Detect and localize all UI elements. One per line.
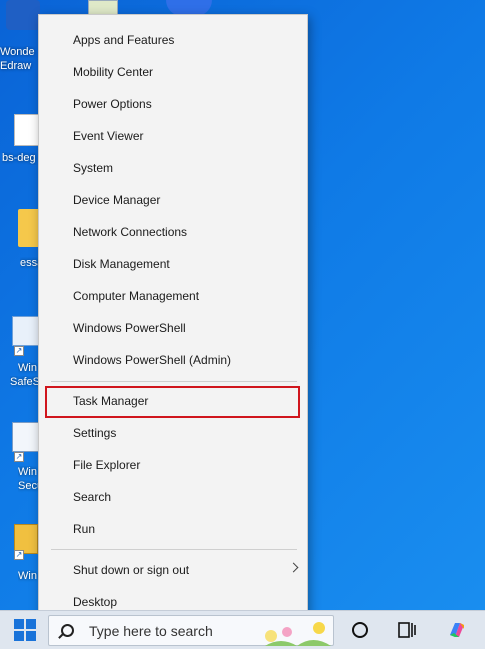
circle-icon[interactable]	[352, 622, 368, 638]
shortcut-arrow-icon: ↗	[14, 452, 24, 462]
menu-item-run[interactable]: Run	[39, 513, 307, 545]
taskbar: Type here to search	[0, 610, 485, 649]
search-placeholder: Type here to search	[89, 623, 213, 639]
menu-item-file-explorer[interactable]: File Explorer	[39, 449, 307, 481]
menu-item-windows-powershell-admin[interactable]: Windows PowerShell (Admin)	[39, 344, 307, 376]
share-network-icon	[12, 316, 40, 346]
menu-item-task-manager[interactable]: Task Manager	[39, 385, 307, 417]
menu-item-shut-down-or-sign-out[interactable]: Shut down or sign out	[39, 554, 307, 586]
server-icon	[12, 422, 40, 452]
task-view-icon[interactable]	[398, 621, 416, 639]
menu-item-settings[interactable]: Settings	[39, 417, 307, 449]
windows-logo-icon	[14, 619, 24, 629]
shortcut-arrow-icon: ↗	[14, 346, 24, 356]
shortcut-arrow-icon: ↗	[14, 550, 24, 560]
search-highlight-flowers-icon	[265, 622, 331, 646]
menu-item-system[interactable]: System	[39, 152, 307, 184]
document-thumbnail-icon	[14, 114, 40, 146]
menu-item-device-manager[interactable]: Device Manager	[39, 184, 307, 216]
menu-item-label: Shut down or sign out	[73, 563, 190, 577]
chevron-right-icon	[288, 562, 299, 573]
menu-item-disk-management[interactable]: Disk Management	[39, 248, 307, 280]
edraw-app-icon	[6, 0, 40, 30]
copilot-icon[interactable]	[446, 619, 468, 641]
menu-item-power-options[interactable]: Power Options	[39, 88, 307, 120]
menu-item-event-viewer[interactable]: Event Viewer	[39, 120, 307, 152]
menu-item-search[interactable]: Search	[39, 481, 307, 513]
menu-item-network-connections[interactable]: Network Connections	[39, 216, 307, 248]
menu-separator	[51, 549, 297, 550]
menu-item-computer-management[interactable]: Computer Management	[39, 280, 307, 312]
search-icon	[61, 624, 74, 637]
taskbar-search-box[interactable]: Type here to search	[48, 615, 334, 646]
start-button[interactable]	[14, 619, 36, 641]
menu-separator	[51, 381, 297, 382]
menu-item-mobility-center[interactable]: Mobility Center	[39, 56, 307, 88]
winx-context-menu: Apps and Features Mobility Center Power …	[38, 14, 308, 626]
menu-item-apps-and-features[interactable]: Apps and Features	[39, 24, 307, 56]
menu-item-windows-powershell[interactable]: Windows PowerShell	[39, 312, 307, 344]
